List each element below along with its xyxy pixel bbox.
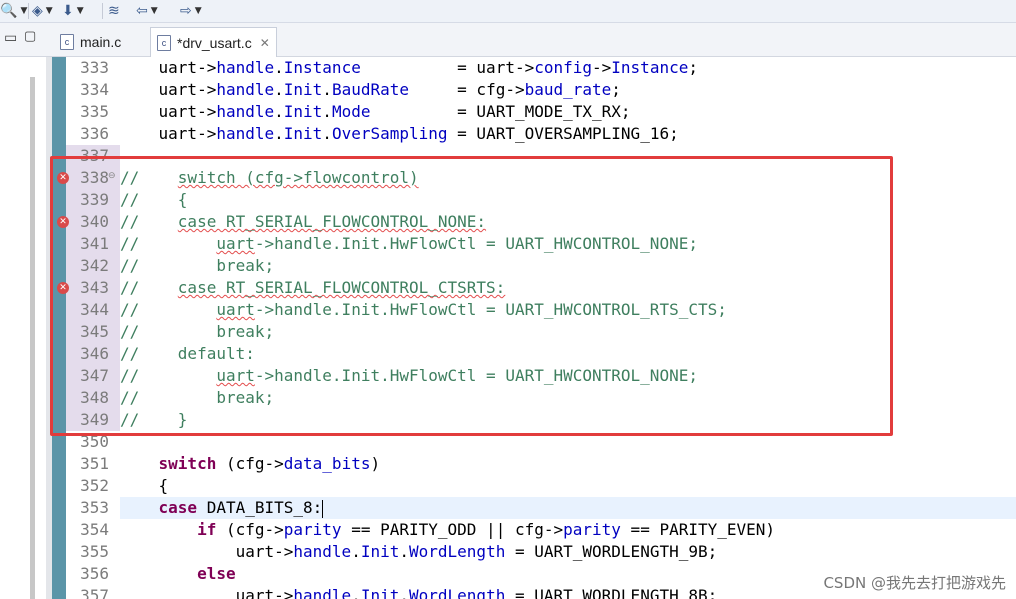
search-icon: 🔍 — [0, 3, 18, 19]
minimize-icon[interactable]: ▭ — [4, 29, 17, 46]
line-gutter[interactable]: 335 — [66, 101, 120, 123]
code-line[interactable]: 351 switch (cfg->data_bits) — [66, 453, 1016, 475]
tab-drv-usart-c[interactable]: c *drv_usart.c ✕ — [150, 27, 277, 57]
code-text: uart->handle.Init.Mode = UART_MODE_TX_RX… — [120, 102, 631, 121]
download-button[interactable]: ⬇ ▼ — [62, 2, 84, 20]
line-number: 354 — [80, 520, 109, 539]
build-button[interactable]: ◈ ▼ — [32, 2, 53, 20]
watermark: CSDN @我先去打把游戏先 — [823, 574, 1006, 592]
c-file-icon: c — [157, 34, 171, 51]
tab-label: main.c — [80, 33, 122, 50]
text-cursor — [322, 499, 324, 518]
code-text: switch (cfg->data_bits) — [158, 454, 381, 473]
code-text: uart->handle.Instance = uart->config->In… — [120, 58, 698, 77]
line-gutter[interactable]: 356 — [66, 563, 120, 585]
code-text: if (cfg->parity == PARITY_ODD || cfg->pa… — [197, 520, 776, 539]
code-text: { — [120, 476, 169, 495]
code-line[interactable]: 352 { — [66, 475, 1016, 497]
left-panel-strip — [0, 57, 52, 599]
left-panel-scrollbar[interactable] — [30, 77, 35, 599]
code-line[interactable]: 335 uart->handle.Init.Mode = UART_MODE_T… — [66, 101, 1016, 123]
line-gutter[interactable]: 355 — [66, 541, 120, 563]
line-number: 355 — [80, 542, 109, 561]
code-text: case DATA_BITS_8: — [120, 497, 1016, 519]
line-gutter[interactable]: 352 — [66, 475, 120, 497]
code-line[interactable]: 353 case DATA_BITS_8: — [66, 497, 1016, 519]
download-icon: ⬇ — [62, 3, 74, 19]
code-text: else — [197, 564, 236, 583]
line-gutter[interactable]: 336 — [66, 123, 120, 145]
back-arrow-icon: ⇦ — [136, 3, 148, 19]
dropdown-arrow-icon[interactable]: ▼ — [20, 6, 27, 16]
line-gutter[interactable]: 353 — [66, 497, 120, 519]
editor-tab-bar: ▭ ▢ c main.c c *drv_usart.c ✕ — [0, 23, 1016, 57]
c-file-icon: c — [60, 33, 74, 50]
line-number: 357 — [80, 586, 109, 599]
line-number: 353 — [80, 498, 109, 517]
close-icon[interactable]: ✕ — [260, 36, 270, 50]
layers-icon: ≋ — [108, 3, 120, 19]
code-line[interactable]: 336 uart->handle.Init.OverSampling = UAR… — [66, 123, 1016, 145]
highlight-box — [50, 156, 893, 436]
code-line[interactable]: 354 if (cfg->parity == PARITY_ODD || cfg… — [66, 519, 1016, 541]
tab-label: *drv_usart.c — [177, 34, 252, 51]
tab-main-c[interactable]: c main.c — [56, 27, 131, 56]
line-number: 333 — [80, 58, 109, 77]
code-line[interactable]: 355 uart->handle.Init.WordLength = UART_… — [66, 541, 1016, 563]
search-button[interactable]: 🔍 ▼ — [0, 2, 27, 20]
line-number: 352 — [80, 476, 109, 495]
code-text: uart->handle.Init.WordLength = UART_WORD… — [120, 542, 718, 561]
code-text: uart->handle.Init.OverSampling = UART_OV… — [120, 124, 679, 143]
forward-arrow-icon: ⇨ — [180, 3, 192, 19]
back-arrow-button[interactable]: ⇦ ▼ — [136, 2, 158, 20]
code-line[interactable]: 333 uart->handle.Instance = uart->config… — [66, 57, 1016, 79]
line-gutter[interactable]: 334 — [66, 79, 120, 101]
toolbar-separator — [28, 3, 29, 19]
line-number: 336 — [80, 124, 109, 143]
code-text: uart->handle.Init.BaudRate = cfg->baud_r… — [120, 80, 621, 99]
dropdown-arrow-icon[interactable]: ▼ — [151, 6, 158, 16]
forward-arrow-button[interactable]: ⇨ ▼ — [180, 2, 202, 20]
dropdown-arrow-icon[interactable]: ▼ — [46, 6, 53, 16]
main-toolbar: 🔍 ▼ ◈ ▼ ⬇ ▼ ≋ ⇦ ▼ ⇨ ▼ — [0, 0, 1016, 23]
line-gutter[interactable]: 357 — [66, 585, 120, 599]
build-icon: ◈ — [32, 3, 43, 19]
line-number: 356 — [80, 564, 109, 583]
line-number: 335 — [80, 102, 109, 121]
code-line[interactable]: 334 uart->handle.Init.BaudRate = cfg->ba… — [66, 79, 1016, 101]
maximize-icon[interactable]: ▢ — [24, 28, 36, 44]
toolbar-separator — [102, 3, 103, 19]
line-number: 351 — [80, 454, 109, 473]
line-number: 334 — [80, 80, 109, 99]
line-gutter[interactable]: 351 — [66, 453, 120, 475]
dropdown-arrow-icon[interactable]: ▼ — [195, 6, 202, 16]
code-text: uart->handle.Init.WordLength = UART_WORD… — [120, 586, 718, 599]
line-gutter[interactable]: 354 — [66, 519, 120, 541]
dropdown-arrow-icon[interactable]: ▼ — [77, 6, 84, 16]
left-panel-controls: ▭ ▢ — [0, 23, 52, 56]
line-gutter[interactable]: 333 — [66, 57, 120, 79]
layers-button[interactable]: ≋ — [108, 2, 120, 20]
